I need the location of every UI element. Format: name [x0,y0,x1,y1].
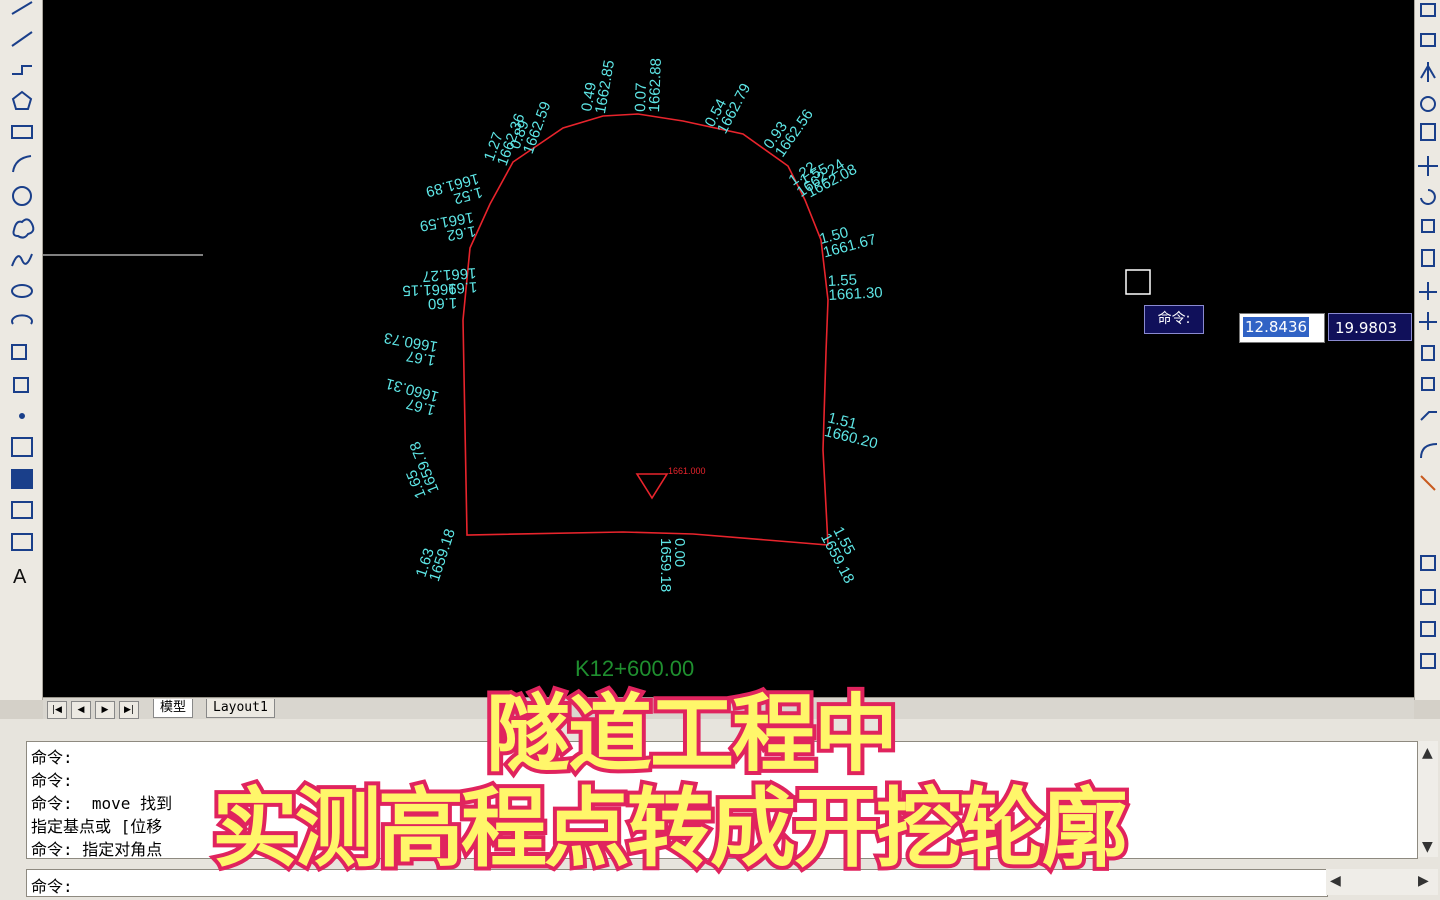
survey-label: 1.50 1661.67 [818,224,878,262]
xline-icon [12,65,32,75]
prev-tab-button[interactable]: ◀ [71,701,91,719]
center-elevation-label: 1661.000 [668,466,706,476]
command-input-prompt: 命令: [31,877,73,896]
survey-label: 1.63 1659.18 [413,527,459,584]
survey-label: 1.55 1661.30 [827,271,883,304]
scroll-right-icon[interactable]: ▶ [1418,873,1429,889]
excavation-profile-line [462,113,829,546]
survey-label: 0.93 1662.56 [760,106,817,160]
command-history-line: 命令: [31,748,73,767]
last-tab-button[interactable]: ▶| [119,701,139,719]
survey-label: 1.55 1662.08 [797,160,859,201]
label-elevation: 1660.73 [383,329,439,355]
dynamic-input-x-value: 12.8436 [1243,317,1310,337]
survey-label: 0.89 1662.59 [507,99,555,156]
polygon-icon [11,90,33,110]
command-history-line: 命令: move 找到 [31,794,173,813]
spline-icon [11,253,33,267]
survey-label: 1.51 1660.20 [823,409,880,452]
command-history-line: 命令: [31,771,73,790]
mirror-icon [1420,62,1436,82]
explode-icon [1420,475,1436,491]
array-icon [1420,123,1436,141]
region-icon [11,501,33,519]
drawing-canvas[interactable]: 1661.000 1.27 1662.36 0.89 1662.59 0.49 … [43,0,1414,697]
point-icon [19,413,25,419]
survey-label: 1.67 1660.73 [383,329,439,369]
survey-label: 0.00 1659.18 [657,538,688,592]
hatch-icon [11,437,33,457]
tab-model[interactable]: 模型 [153,699,194,718]
line-icon [11,1,33,15]
label-elevation: 1661.30 [828,284,883,304]
survey-label: 1.52 1661.89 [424,170,484,208]
join-icon [1421,377,1435,391]
dynamic-input-prompt: 命令: [1144,305,1204,334]
polyline-icon [11,31,33,47]
scroll-down-icon[interactable]: ▼ [1422,839,1433,855]
match-icon [1420,653,1436,669]
arc-icon [12,155,32,173]
ellipse-icon [11,284,33,298]
modify-toolbar [1414,0,1440,700]
first-tab-button[interactable]: |◀ [47,701,67,719]
rotate-icon [1420,189,1436,205]
label-elevation: 1659.18 [657,538,674,592]
copy-icon [1420,33,1436,47]
gradient-icon [11,469,33,489]
layer-icon [1420,589,1436,605]
command-history-line: 指定基点或 [位移 [31,817,163,836]
survey-label: 1.55 1659.18 [817,524,858,586]
label-elevation: 1661.15 [402,280,457,299]
fillet-icon [1420,443,1438,459]
revcloud-icon [12,218,35,239]
modify-toolbar-icons [1418,3,1438,669]
circle-icon [12,186,32,206]
chamfer-icon [1420,411,1437,421]
stretch-icon [1421,249,1435,267]
tab-layout1[interactable]: Layout1 [206,699,275,718]
insert-block-icon [11,344,27,360]
dynamic-input-y-field[interactable]: 19.9803 [1328,313,1412,341]
table-icon [11,533,33,551]
elevation-marker [635,473,669,500]
survey-label: 0.54 1662.79 [702,81,755,137]
rectangle-icon [11,125,33,139]
move-icon [1418,156,1438,176]
survey-label: 0.07 1662.88 [632,58,665,113]
overlay-title-line2: 实测高程点转成开挖轮廓 [208,775,1132,883]
mtext-icon: A [13,566,27,588]
trim-icon [1419,282,1437,300]
draworder-icon [1420,555,1436,571]
survey-label: 1.62 1661.59 [418,208,477,244]
command-history-line: 命令: 指定对角点 [31,840,163,859]
draw-toolbar: A [0,0,43,700]
break-icon [1421,345,1435,361]
dynamic-input-x-field[interactable]: 12.8436 [1239,313,1325,343]
properties-icon [1420,621,1436,637]
command-vertical-scrollbar[interactable]: ▲ ▼ [1418,741,1438,857]
ellipse-arc-icon [11,314,33,325]
draw-toolbar-icons: A [11,1,35,588]
offset-icon [1420,96,1436,112]
make-block-icon [13,377,29,393]
scroll-left-icon[interactable]: ◀ [1330,873,1341,889]
next-tab-button[interactable]: ▶ [95,701,115,719]
command-horizontal-scrollbar[interactable]: ◀ ▶ [1326,869,1438,895]
pickbox-cursor [1125,269,1151,295]
survey-label: 1.60 1661.15 [402,280,457,312]
tunnel-profile-drawing: 1661.000 1.27 1662.36 0.89 1662.59 0.49 … [43,58,1151,681]
survey-label: 1.67 1660.31 [384,375,441,419]
survey-label: 0.49 1662.85 [578,59,618,115]
extend-icon [1419,312,1437,330]
erase-icon [1420,3,1436,17]
survey-label: 1.65 1659.78 [403,439,443,501]
scale-icon [1421,219,1435,233]
label-elevation: 1662.88 [646,58,665,113]
label-elevation: 1662.85 [592,59,618,115]
scroll-up-icon[interactable]: ▲ [1422,745,1433,761]
